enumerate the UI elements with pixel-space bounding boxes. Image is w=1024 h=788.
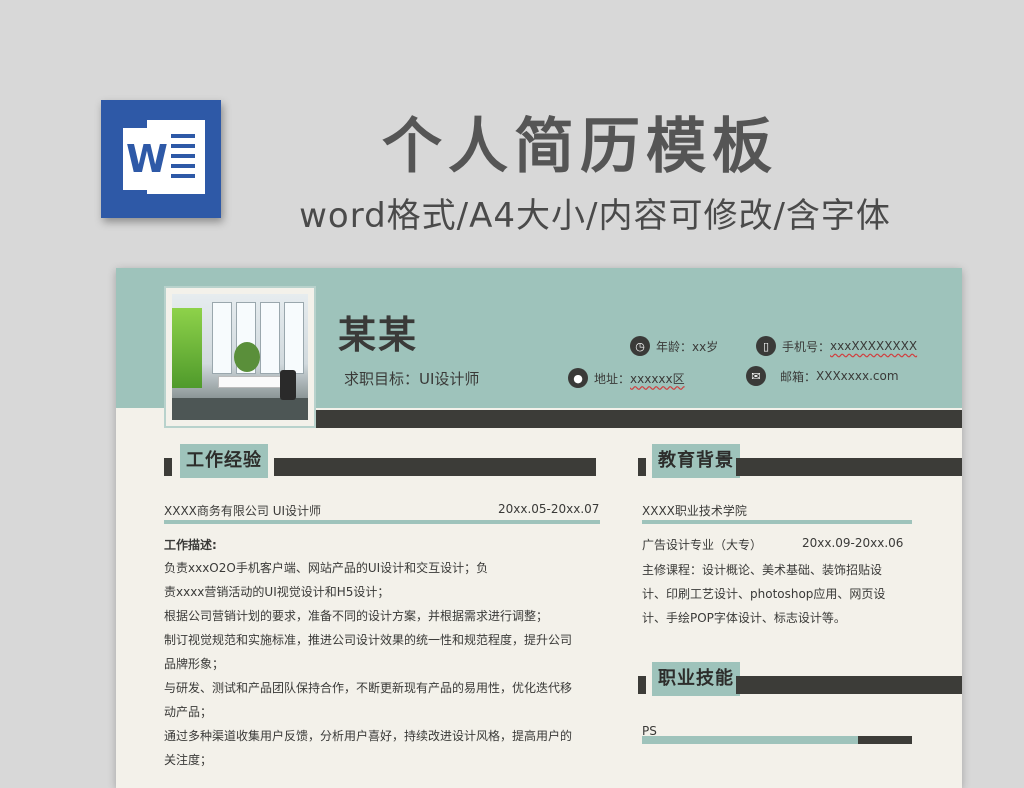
skill-level-fill [642,736,858,744]
header-divider [316,410,962,428]
work-line: 负责xxxO2O手机客户端、网站产品的UI设计和交互设计；负 [164,561,489,575]
edu-major: 广告设计专业（大专） [642,538,763,552]
page-title: 个人简历模板 [382,112,778,182]
edu-courses: 主修课程：设计概论、美术基础、装饰招贴设 计、印刷工艺设计、photoshop应… [642,558,912,630]
work-desc-title: 工作描述: [164,538,217,552]
work-period: 20xx.05-20xx.07 [498,502,600,516]
email-icon: ✉ [746,366,766,386]
work-line: 根据公司营销计划的要求，准备不同的设计方案，并根据需求进行调整； [164,609,549,623]
clock-icon: ◷ [630,336,650,356]
work-section-title: 工作经验 [180,444,268,478]
edu-line: 主修课程：设计概论、美术基础、装饰招贴设 [642,563,883,577]
work-underline [164,520,600,524]
work-line: 关注度； [164,753,213,767]
work-line: 制订视觉规范和实施标准，推进公司设计效果的统一性和规范程度，提升公司 [164,633,573,647]
work-line: 动产品； [164,705,213,719]
resume-card: 某某 求职目标：UI设计师 ◷ 年龄： xx岁 ▯ 手机号： xxxXXXXXXXX… [116,268,962,788]
profile-name: 某某 [338,313,419,357]
edu-underline [642,520,912,524]
location-pin-icon: ● [568,368,588,388]
work-line: 品牌形象； [164,657,225,671]
job-objective: 求职目标：UI设计师 [344,370,480,388]
profile-photo-frame [164,286,316,428]
work-section-marker [164,458,172,476]
work-section-bar [274,458,596,476]
edu-section-bar [736,458,962,476]
edu-line: 计、手绘POP字体设计、标志设计等。 [642,611,846,625]
phone-info: ▯ 手机号： xxxXXXXXXXX [756,336,917,356]
edu-period: 20xx.09-20xx.06 [802,536,904,550]
age-info: ◷ 年龄： xx岁 [630,336,718,356]
edu-school: XXXX职业技术学院 [642,504,747,518]
word-letter: W [123,128,171,190]
work-line: 与研发、测试和产品团队保持合作，不断更新现有产品的易用性，优化迭代移 [164,681,573,695]
work-line: 通过多种渠道收集用户反馈，分析用户喜好，持续改进设计风格，提高用户的 [164,729,573,743]
edu-section-title: 教育背景 [652,444,740,478]
edu-line: 计、印刷工艺设计、photoshop应用、网页设 [642,587,886,601]
phone-icon: ▯ [756,336,776,356]
skills-section-title: 职业技能 [652,662,740,696]
page-subtitle: word格式/A4大小/内容可修改/含字体 [299,196,891,236]
skill-level-track [642,736,912,744]
email-info: ✉ 邮箱： XXXxxxx.com [746,366,899,386]
work-line: 责xxxx营销活动的UI视觉设计和H5设计； [164,585,390,599]
skills-section-bar [736,676,962,694]
address-info: ● 地址： xxxxxx区 [568,368,685,388]
word-icon: W [101,100,221,218]
profile-photo [172,294,308,420]
work-company: XXXX商务有限公司 UI设计师 [164,504,322,518]
edu-section-marker [638,458,646,476]
skills-section-marker [638,676,646,694]
work-desc: 负责xxxO2O手机客户端、网站产品的UI设计和交互设计；负 责xxxx营销活动… [164,556,604,772]
